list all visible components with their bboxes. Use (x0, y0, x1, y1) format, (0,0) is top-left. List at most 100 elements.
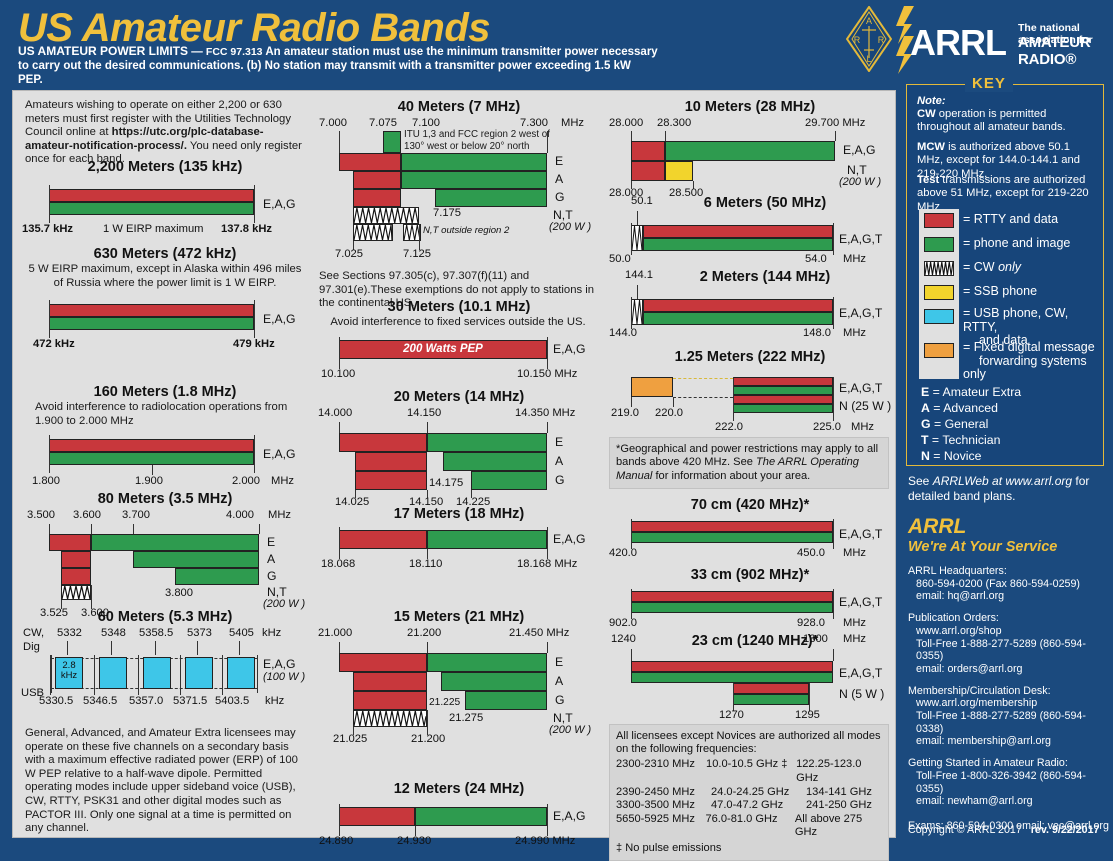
band-30m-label-low: 10.100 (321, 367, 356, 380)
band-125m-label-219: 219.0 (611, 407, 639, 419)
service-membership-line3: email: membership@arrl.org (916, 735, 1051, 748)
band-2200m-rtty-bar (49, 189, 254, 202)
band-60m-tick-5405 (239, 641, 240, 655)
band-30m-note: Avoid interference to fixed services out… (330, 316, 586, 328)
band-20m: 20 Meters (14 MHz) 14.000 14.150 14.350 … (313, 389, 605, 510)
band-12m-rtty-bar (339, 807, 415, 826)
band-60m-toplabel-5: 5405 (229, 627, 254, 639)
service-arrl-title: ARRL (908, 515, 967, 538)
band-40m-NT-power: (200 W ) (549, 221, 592, 233)
band-10m-toplabel-3: 29.700 MHz (805, 117, 866, 129)
band-10m-EAG-phone (665, 141, 835, 161)
service-orders-line3: email: orders@arrl.org (916, 662, 1023, 675)
band-6m-phone-bar (643, 238, 833, 251)
band-15m-row-G: G (555, 693, 565, 707)
band-20m-toplabel-2: 14.150 (407, 407, 442, 419)
band-40m-itu-note: ITU 1,3 and FCC region 2 west of 130° we… (404, 129, 550, 152)
band-40m-toplabel-3: 7.100 (412, 117, 440, 129)
band-125m-fixed-digital-bar (631, 377, 673, 397)
service-started-line1: Toll-Free 1-800-326-3942 (860-594-0355) (916, 769, 1086, 795)
band-70cm-tick-high (833, 519, 834, 549)
band-20m-E-rtty (339, 433, 427, 452)
band-80m-toplabel-2: 3.600 (73, 509, 101, 521)
band-160m: 160 Meters (1.8 MHz) Avoid interference … (19, 384, 311, 487)
band-2200m-label-center: 1 W EIRP maximum (103, 223, 204, 235)
band-10m-toplabel-1: 28.000 (609, 117, 644, 129)
band-23cm-license-1: E,A,G,T (839, 666, 883, 680)
band-6m-tick-low (631, 223, 632, 255)
key-note-head: Note: (917, 95, 1093, 108)
key-label-ssb: = SSB phone (963, 284, 1038, 298)
band-160m-title: 160 Meters (1.8 MHz) (93, 384, 237, 400)
band-80m-tick-3700 (133, 524, 134, 534)
key-note-test-text: transmissions are authorized above 51 MH… (917, 174, 1089, 213)
band-630m-label-high: 479 kHz (233, 338, 275, 351)
band-125m-label-220: 220.0 (655, 407, 683, 419)
micro-cell-3-1: 76.0-81.0 GHz (705, 812, 778, 825)
band-60m-toplabel-3: 5358.5 (139, 627, 174, 639)
key-label-fixed-2: forwarding systems only (963, 353, 1087, 381)
band-20m-toplabel-3: 14.350 MHz (515, 407, 576, 419)
key-label-cw: = CW only (963, 260, 1022, 274)
band-6m-unit: MHz (843, 253, 866, 265)
service-tagline: We're At Your Service (908, 539, 1058, 555)
band-60m-toplabel-4: 5373 (187, 627, 212, 639)
band-125m-dash-gold (673, 378, 733, 379)
key-class-N-letter: N (921, 449, 930, 463)
band-33cm-tick-high (833, 589, 834, 619)
band-10m: 10 Meters (28 MHz) 28.000 28.300 29.700 … (607, 99, 893, 205)
band-60m: 60 Meters (5.3 MHz) CW, Dig USB 5332 534… (19, 609, 311, 836)
band-40m-row-NT: N,T (553, 208, 573, 222)
band-60m-license: E,A,G (263, 657, 296, 671)
band-20m-toplabel-1: 14.000 (318, 407, 353, 419)
copyright-line: Copyright © ARRL 2017 rev. 9/22/2017 (908, 824, 1100, 836)
band-70cm-license: E,A,G,T (839, 527, 883, 541)
power-limits-note: US AMATEUR POWER LIMITS — FCC 97.313 An … (18, 44, 658, 87)
band-70cm-title: 70 cm (420 MHz)* (690, 497, 810, 513)
band-125m-N-rtty (733, 395, 833, 404)
power-limits-text1: An amateur station must use the minimum … (265, 46, 658, 58)
band-23cm-sublabel-low: 1270 (719, 709, 744, 721)
band-40m-E-phone (401, 153, 547, 171)
band-80m-row-A: A (267, 552, 276, 566)
band-125m-dash-grey (673, 397, 733, 398)
band-40m-row-G: G (555, 190, 565, 204)
band-17m-label-2: 18.110 (409, 558, 443, 570)
band-125m-EAGT-rtty (733, 377, 833, 386)
band-17m-label-3: 18.168 MHz (517, 558, 578, 570)
band-20m-tick-14000 (339, 422, 340, 433)
band-12m-title: 12 Meters (24 MHz) (393, 781, 525, 797)
green-swatch (924, 237, 954, 252)
band-160m-tick-3 (254, 435, 255, 474)
band-80m-tick-3600b (91, 585, 92, 609)
cw-swatch (924, 261, 954, 276)
band-40m-G-phone (435, 189, 547, 207)
band-15m-NT-cw (353, 710, 427, 727)
band-2m-label-low: 144.0 (609, 327, 637, 339)
band-10m-NT-ssb (665, 161, 693, 181)
key-class-T: T = Technician (921, 433, 1001, 447)
band-15m-row-E: E (555, 655, 564, 669)
band-80m-tick-4000 (259, 524, 260, 534)
band-2m: 144.1 2 Meters (144 MHz) 144.0 148.0 MHz… (607, 269, 893, 339)
band-15m-midlabel-1: 21.225 (429, 697, 461, 708)
band-30m-license: E,A,G (553, 341, 586, 356)
band-60m-channel-3 (143, 657, 171, 689)
band-12m-tick-1 (339, 804, 340, 836)
band-60m-tick-5373 (197, 641, 198, 655)
band-80m-toplabel-3: 3.700 (122, 509, 150, 521)
band-10m-toplabel-2: 28.300 (657, 117, 692, 129)
band-23cm-license-2: N (5 W ) (839, 687, 885, 701)
band-6m-label-high: 54.0 (805, 253, 827, 265)
band-20m-row-E: E (555, 435, 564, 449)
band-40m-botlabel-1: 7.025 (335, 248, 363, 260)
band-630m-license: E,A,G (263, 312, 296, 327)
band-80m-tick-3600 (91, 524, 92, 534)
band-6m: 50.1 6 Meters (50 MHz) 50.0 54.0 MHz E,A… (607, 195, 893, 265)
band-125m-tick-220 (673, 397, 674, 407)
band-15m-G-phone (465, 691, 547, 710)
band-40m: 40 Meters (7 MHz) 7.000 7.075 7.100 7.30… (313, 99, 605, 311)
band-2m-phone-bar (643, 312, 833, 325)
band-23cm-N-phone (733, 694, 809, 705)
band-33cm-label-low: 902.0 (609, 617, 637, 629)
